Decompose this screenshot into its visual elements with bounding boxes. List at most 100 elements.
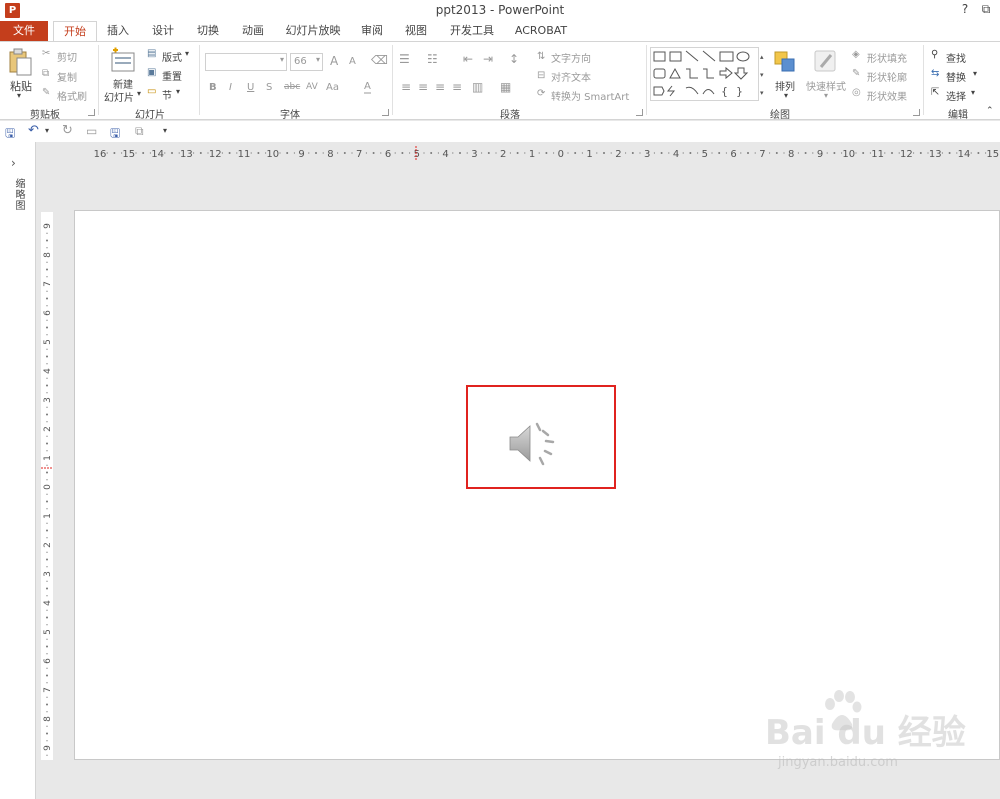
section-dropdown-icon[interactable]: ▾ <box>176 87 180 96</box>
collapse-ribbon-icon[interactable]: ⌃ <box>986 106 994 116</box>
find-button[interactable]: 查找 <box>946 50 966 65</box>
font-size-dropdown-icon[interactable]: ▾ <box>316 55 320 64</box>
ruler-tick-label: 8 <box>788 149 794 160</box>
align-text-button[interactable]: 对齐文本 <box>551 69 591 84</box>
underline-button[interactable]: U <box>247 82 254 93</box>
expand-pane-icon[interactable]: › <box>11 156 16 170</box>
ruler-tick <box>740 152 742 154</box>
ruler-tick-label: 8 <box>43 252 53 258</box>
convert-smartart-button[interactable]: 转换为 SmartArt <box>551 88 629 103</box>
tab-acrobat[interactable]: ACROBAT <box>510 21 572 42</box>
slideshow-start-icon[interactable]: ▭ <box>86 124 97 138</box>
replace-icon: ⇆ <box>931 68 940 79</box>
new-slide-dropdown-icon[interactable]: ▾ <box>137 89 141 98</box>
tab-animations[interactable]: 动画 <box>235 21 271 42</box>
align-center-icon[interactable]: ≡ <box>418 80 428 94</box>
ruler-tick <box>495 152 497 154</box>
copy-format-icon[interactable]: ⧉ <box>135 124 144 139</box>
copy-icon: ⧉ <box>42 68 50 79</box>
ruler-tick <box>279 152 281 154</box>
ruler-tick <box>394 152 396 154</box>
increase-indent-icon[interactable]: ⇥ <box>483 52 493 66</box>
arrange-dropdown-icon[interactable]: ▾ <box>784 91 788 100</box>
tab-file[interactable]: 文件 <box>0 21 48 42</box>
format-painter-button[interactable]: 格式刷 <box>57 88 87 103</box>
undo-icon[interactable]: ↶ <box>28 123 39 138</box>
grow-font-button[interactable]: A <box>330 54 338 68</box>
new-slide-label-2[interactable]: 幻灯片 <box>104 89 134 104</box>
tab-review[interactable]: 审阅 <box>354 21 390 42</box>
ruler-tick <box>46 537 48 539</box>
bullets-icon[interactable]: ☰ <box>399 52 410 66</box>
reset-button[interactable]: 重置 <box>162 68 182 83</box>
quick-styles-icon[interactable] <box>813 49 839 75</box>
tab-slideshow[interactable]: 幻灯片放映 <box>282 21 344 42</box>
decrease-indent-icon[interactable]: ⇤ <box>463 52 473 66</box>
cut-button[interactable]: 剪切 <box>57 49 77 64</box>
copy-button[interactable]: 复制 <box>57 69 77 84</box>
shrink-font-button[interactable]: A <box>349 56 356 67</box>
ruler-tick <box>970 152 972 154</box>
help-button[interactable]: ? <box>957 2 973 16</box>
tab-developer[interactable]: 开发工具 <box>446 21 498 42</box>
font-name-select[interactable] <box>205 53 287 71</box>
undo-dropdown-icon[interactable]: ▾ <box>45 126 49 135</box>
justify-icon[interactable]: ≡ <box>452 80 462 94</box>
tab-view[interactable]: 视图 <box>398 21 434 42</box>
ribbon-tabs: 文件 开始 插入 设计 切换 动画 幻灯片放映 审阅 视图 开发工具 ACROB… <box>0 21 1000 42</box>
distributed-icon[interactable]: ▥ <box>472 80 483 94</box>
font-name-dropdown-icon[interactable]: ▾ <box>280 55 284 64</box>
ruler-tick <box>812 152 814 154</box>
shapes-gallery[interactable]: { } ▴ ▾ ▾ <box>650 47 768 101</box>
line-spacing-icon[interactable]: ↕ <box>509 52 519 66</box>
redo-icon[interactable]: ↻ <box>62 123 73 138</box>
ribbon-display-options-icon[interactable]: ⧉ <box>978 2 994 17</box>
ruler-tick-label: 14 <box>958 149 971 160</box>
tab-design[interactable]: 设计 <box>145 21 181 42</box>
drawing-launcher-icon[interactable] <box>913 109 920 116</box>
text-direction-icon: ⇅ <box>537 51 546 62</box>
paste-dropdown-icon[interactable]: ▾ <box>17 91 21 100</box>
ruler-tick <box>423 152 425 154</box>
shape-effects-button[interactable]: 形状效果 <box>867 88 907 103</box>
ruler-tick <box>46 558 48 561</box>
svg-text:{: { <box>721 85 728 98</box>
shape-outline-button[interactable]: 形状轮廓 <box>867 69 907 84</box>
tab-transitions[interactable]: 切换 <box>190 21 226 42</box>
font-color-button[interactable]: A <box>364 81 371 94</box>
arrange-icon[interactable] <box>773 50 799 74</box>
font-launcher-icon[interactable] <box>382 109 389 116</box>
customize-qat-icon[interactable]: ▾ <box>163 126 167 135</box>
clear-formatting-icon[interactable]: ⌫ <box>371 53 388 67</box>
ruler-tick-label: 0 <box>43 484 53 490</box>
ruler-tick <box>797 152 800 154</box>
thumbnail-pane-label[interactable]: 缩略图 <box>11 178 26 211</box>
paste-icon[interactable] <box>8 48 34 78</box>
select-dropdown-icon[interactable]: ▾ <box>971 88 975 97</box>
new-slide-icon[interactable] <box>110 47 136 75</box>
shape-fill-button[interactable]: 形状填充 <box>867 50 907 65</box>
clipboard-launcher-icon[interactable] <box>88 109 95 116</box>
text-direction-button[interactable]: 文字方向 <box>551 50 591 65</box>
align-left-icon[interactable]: ≡ <box>401 80 411 94</box>
layout-dropdown-icon[interactable]: ▾ <box>185 49 189 58</box>
quick-styles-dropdown-icon[interactable]: ▾ <box>824 91 828 100</box>
change-case-button[interactable]: Aa <box>326 82 339 93</box>
columns-icon[interactable]: ▦ <box>500 80 511 94</box>
replace-dropdown-icon[interactable]: ▾ <box>973 69 977 78</box>
align-right-icon[interactable]: ≡ <box>435 80 445 94</box>
strikethrough-button[interactable]: abc <box>284 82 300 92</box>
replace-button[interactable]: 替换 <box>946 69 966 84</box>
ruler-tick <box>46 334 48 336</box>
layout-button[interactable]: 版式 <box>162 49 182 64</box>
character-spacing-button[interactable]: AV <box>306 82 318 92</box>
section-button[interactable]: 节 <box>162 87 172 102</box>
paragraph-launcher-icon[interactable] <box>636 109 643 116</box>
tab-insert[interactable]: 插入 <box>100 21 136 42</box>
italic-button[interactable]: I <box>229 82 232 93</box>
select-button[interactable]: 选择 <box>946 88 966 103</box>
numbering-icon[interactable]: ☷ <box>427 52 438 66</box>
tab-home[interactable]: 开始 <box>53 21 97 42</box>
shadow-button[interactable]: S <box>266 82 272 93</box>
bold-button[interactable]: B <box>209 82 217 93</box>
